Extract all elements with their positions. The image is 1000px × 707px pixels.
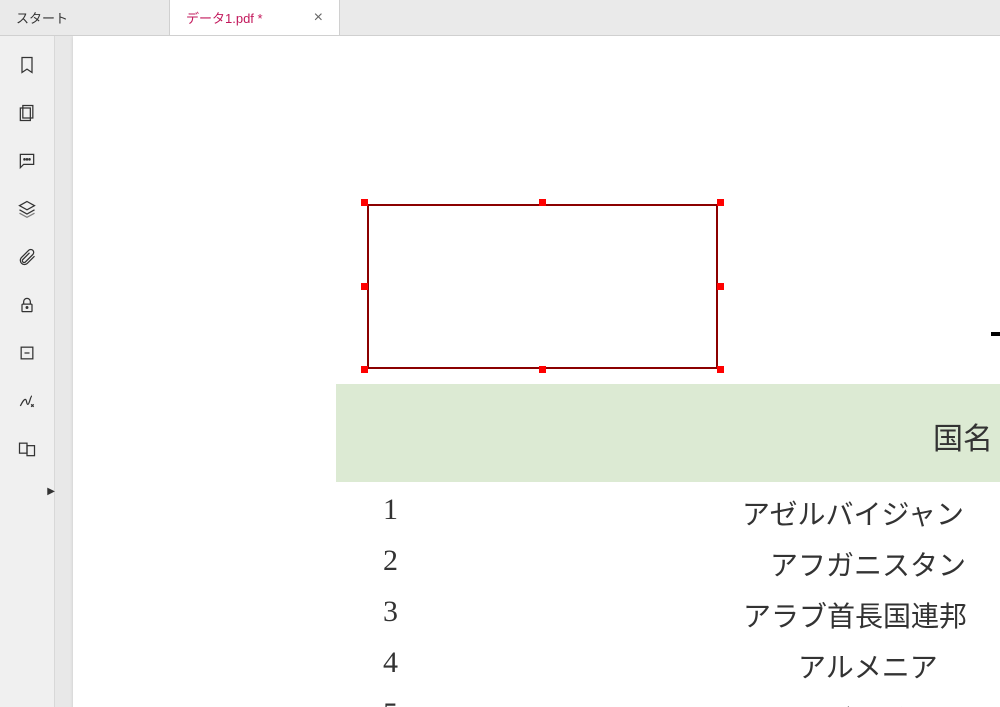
row-number: 1: [383, 493, 398, 527]
country-name: アラブ首長国連邦: [743, 595, 967, 635]
comments-icon[interactable]: [16, 150, 38, 172]
resize-handle-bottom-left[interactable]: [361, 366, 368, 373]
table-header-bg: [336, 384, 1000, 482]
bookmark-icon[interactable]: [16, 54, 38, 76]
row-number: 2: [383, 544, 398, 578]
horizontal-line: [991, 332, 1000, 336]
sidebar: ▶: [0, 36, 55, 707]
resize-handle-middle-right[interactable]: [717, 283, 724, 290]
main-area: ▶ 国名 1 アゼルバイジャン 2 アフガニスタ: [0, 36, 1000, 707]
tab-bar: スタート データ1.pdf * ×: [0, 0, 1000, 36]
pages-icon[interactable]: [16, 102, 38, 124]
resize-handle-bottom-right[interactable]: [717, 366, 724, 373]
row-number: 5: [383, 697, 398, 707]
document-page[interactable]: 国名 1 アゼルバイジャン 2 アフガニスタン 3 アラブ首長国連邦 4 アルメ…: [73, 36, 1000, 707]
crop-icon[interactable]: [16, 342, 38, 364]
signature-icon[interactable]: [16, 390, 38, 412]
selected-rectangle-shape[interactable]: [367, 204, 718, 369]
row-number: 4: [383, 646, 398, 680]
row-number: 3: [383, 595, 398, 629]
expand-arrow-icon[interactable]: ▶: [47, 486, 55, 497]
tab-label: スタート: [16, 8, 153, 27]
country-name: アフガニスタン: [770, 544, 966, 584]
resize-handle-top-middle[interactable]: [539, 199, 546, 206]
table-header: 国名: [933, 414, 993, 458]
tab-document[interactable]: データ1.pdf * ×: [170, 0, 340, 35]
tab-start[interactable]: スタート: [0, 0, 170, 35]
layers-icon[interactable]: [16, 198, 38, 220]
country-name: アゼルバイジャン: [742, 493, 964, 533]
close-icon[interactable]: ×: [302, 9, 323, 27]
resize-handle-bottom-middle[interactable]: [539, 366, 546, 373]
compare-icon[interactable]: [16, 438, 38, 460]
resize-handle-top-left[interactable]: [361, 199, 368, 206]
canvas-area[interactable]: 国名 1 アゼルバイジャン 2 アフガニスタン 3 アラブ首長国連邦 4 アルメ…: [55, 36, 1000, 707]
tab-label: データ1.pdf *: [186, 8, 302, 27]
resize-handle-top-right[interactable]: [717, 199, 724, 206]
resize-handle-middle-left[interactable]: [361, 283, 368, 290]
country-name: アルメニア: [798, 646, 938, 686]
country-name: イエメン: [826, 697, 938, 707]
attachment-icon[interactable]: [16, 246, 38, 268]
security-icon[interactable]: [16, 294, 38, 316]
